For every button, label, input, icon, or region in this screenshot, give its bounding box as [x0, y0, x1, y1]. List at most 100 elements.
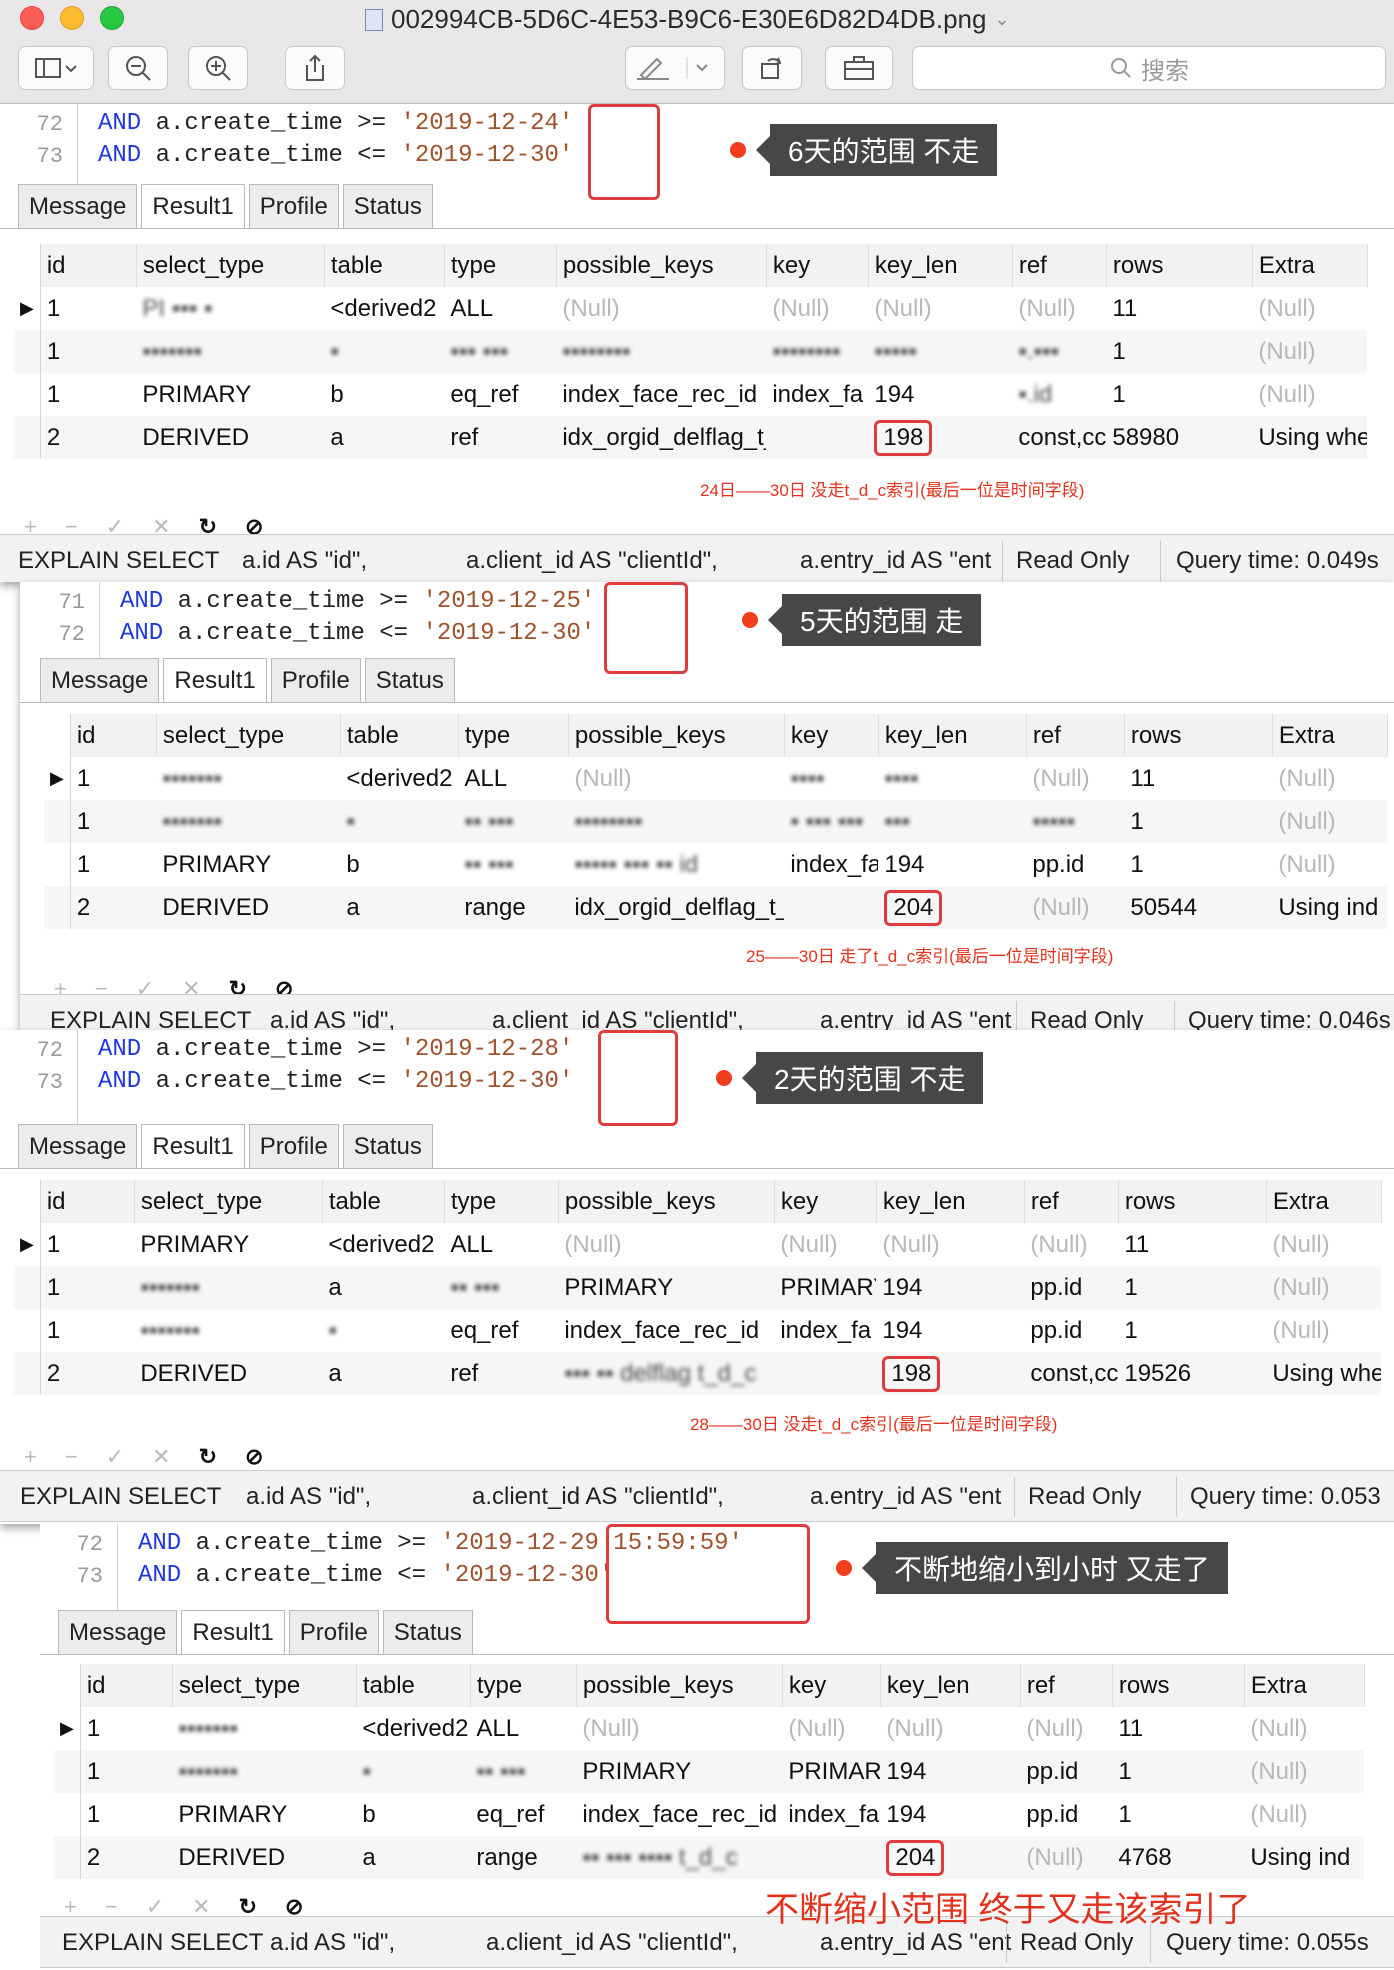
- cell-possible-keys[interactable]: (Null): [556, 287, 767, 330]
- tab-profile[interactable]: Profile: [270, 658, 361, 702]
- cell-key[interactable]: index_fa: [766, 373, 869, 416]
- cell-key-len[interactable]: 194: [878, 843, 1027, 886]
- tab-message[interactable]: Message: [18, 1124, 138, 1168]
- cell-id[interactable]: 2: [80, 1836, 173, 1879]
- column-header-key[interactable]: key: [774, 1180, 877, 1223]
- cell-table[interactable]: <derived2: [324, 287, 445, 330]
- cell-rows[interactable]: 1: [1124, 800, 1273, 843]
- sql-line[interactable]: AND a.create_time <= '2019-12-30': [120, 620, 595, 647]
- discard-icon[interactable]: ✕: [152, 1444, 170, 1470]
- cell-ref[interactable]: const,cc: [1012, 416, 1107, 459]
- sql-line[interactable]: AND a.create_time <= '2019-12-30': [98, 1068, 573, 1095]
- cell-key[interactable]: index_fa: [784, 843, 879, 886]
- zoom-out-button[interactable]: [108, 46, 168, 90]
- table-row[interactable]: ▶ 1 ▪▪▪▪▪▪▪ <derived2 ALL (Null) ▪▪▪▪ ▪▪▪▪ (Null…: [44, 757, 1388, 800]
- cell-select-type[interactable]: ▪▪▪▪▪▪▪: [172, 1707, 357, 1750]
- column-header-key[interactable]: key: [766, 244, 869, 287]
- table-row[interactable]: 1 ▪▪▪▪▪▪▪ ▪ eq_ref index_face_rec_id index_fa…: [14, 1309, 1382, 1352]
- cell-type[interactable]: ▪▪ ▪▪▪: [458, 800, 569, 843]
- tab-result1[interactable]: Result1: [181, 1610, 285, 1654]
- cell-id[interactable]: 1: [40, 373, 137, 416]
- table-row[interactable]: 2 DERIVED a range idx_orgid_delflag_t_d_c 204…: [44, 886, 1388, 929]
- tab-message[interactable]: Message: [58, 1610, 178, 1654]
- cell-id[interactable]: 2: [70, 886, 157, 929]
- sql-line[interactable]: AND a.create_time <= '2019-12-30': [98, 142, 573, 169]
- column-header-select-type[interactable]: select_type: [134, 1180, 323, 1223]
- tab-status[interactable]: Status: [342, 1124, 433, 1168]
- cell-Extra[interactable]: Using whe: [1266, 1352, 1382, 1395]
- cell-key-len[interactable]: 194: [876, 1309, 1025, 1352]
- toolbox-button[interactable]: [825, 46, 893, 90]
- table-row[interactable]: 1 ▪▪▪▪▪▪▪ ▪ ▪▪ ▪▪▪ ▪▪▪▪▪▪▪▪ ▪ ▪▪▪ ▪▪▪ ▪▪▪ ▪▪▪▪▪…: [44, 800, 1388, 843]
- column-header-Extra[interactable]: Extra: [1272, 714, 1388, 757]
- table-row[interactable]: 2 DERIVED a ref idx_orgid_delflag_t_d_c 198 co…: [14, 416, 1368, 459]
- cell-Extra[interactable]: Using whe: [1252, 416, 1368, 459]
- cell-key[interactable]: index_fa: [774, 1309, 877, 1352]
- cell-key[interactable]: PRIMARY: [782, 1750, 881, 1793]
- cell-select-type[interactable]: DERIVED: [136, 416, 325, 459]
- cell-id[interactable]: 1: [70, 843, 157, 886]
- tab-profile[interactable]: Profile: [288, 1610, 379, 1654]
- sidebar-toggle-button[interactable]: [18, 46, 94, 90]
- cell-select-type[interactable]: PI ▪▪▪ ▪: [136, 287, 325, 330]
- cell-key[interactable]: PRIMARY: [774, 1266, 877, 1309]
- cell-possible-keys[interactable]: idx_orgid_delflag_t_d_c: [556, 416, 767, 459]
- cell-key[interactable]: ▪ ▪▪▪ ▪▪▪: [784, 800, 879, 843]
- column-header-id[interactable]: id: [80, 1664, 173, 1707]
- cell-key[interactable]: (Null): [774, 1223, 877, 1266]
- cell-ref[interactable]: ▪▪▪▪▪: [1026, 800, 1125, 843]
- cell-type[interactable]: ▪▪▪ ▪▪▪: [444, 330, 557, 373]
- chevron-down-icon[interactable]: ⌄: [994, 9, 1009, 30]
- cell-key-len[interactable]: 204: [880, 1836, 1021, 1879]
- minimize-window-button[interactable]: [60, 6, 84, 30]
- cell-key-len[interactable]: (Null): [880, 1707, 1021, 1750]
- cell-id[interactable]: 1: [40, 287, 137, 330]
- cell-Extra[interactable]: (Null): [1266, 1223, 1382, 1266]
- tab-message[interactable]: Message: [40, 658, 160, 702]
- cell-possible-keys[interactable]: index_face_rec_id: [576, 1793, 783, 1836]
- cell-ref[interactable]: (Null): [1020, 1707, 1113, 1750]
- cell-select-type[interactable]: PRIMARY: [156, 843, 341, 886]
- column-header-rows[interactable]: rows: [1124, 714, 1273, 757]
- cell-table[interactable]: <derived2: [340, 757, 459, 800]
- cell-id[interactable]: 1: [40, 1266, 135, 1309]
- cell-key-len[interactable]: 194: [880, 1750, 1021, 1793]
- cell-Extra[interactable]: (Null): [1266, 1266, 1382, 1309]
- cell-ref[interactable]: (Null): [1026, 757, 1125, 800]
- column-header-possible-keys[interactable]: possible_keys: [558, 1180, 775, 1223]
- column-header-ref[interactable]: ref: [1020, 1664, 1113, 1707]
- cell-table[interactable]: b: [324, 373, 445, 416]
- cell-type[interactable]: ▪▪ ▪▪▪: [470, 1750, 577, 1793]
- cell-Extra[interactable]: (Null): [1272, 800, 1388, 843]
- tab-profile[interactable]: Profile: [248, 1124, 339, 1168]
- cell-table[interactable]: ▪: [322, 1309, 445, 1352]
- cell-table[interactable]: ▪: [356, 1750, 471, 1793]
- cell-rows[interactable]: 1: [1112, 1793, 1245, 1836]
- tab-result1[interactable]: Result1: [141, 184, 245, 228]
- cell-table[interactable]: ▪: [324, 330, 445, 373]
- table-row[interactable]: 2 DERIVED a range ▪▪ ▪▪▪ ▪▪▪▪ t_d_c 204 (Null)…: [54, 1836, 1365, 1879]
- cell-select-type[interactable]: DERIVED: [134, 1352, 323, 1395]
- maximize-window-button[interactable]: [100, 6, 124, 30]
- cell-id[interactable]: 1: [80, 1750, 173, 1793]
- cell-table[interactable]: ▪: [340, 800, 459, 843]
- cell-ref[interactable]: pp.id: [1024, 1309, 1119, 1352]
- cell-ref[interactable]: (Null): [1026, 886, 1125, 929]
- column-header-rows[interactable]: rows: [1118, 1180, 1267, 1223]
- cell-rows[interactable]: 4768: [1112, 1836, 1245, 1879]
- cell-possible-keys[interactable]: (Null): [576, 1707, 783, 1750]
- cell-id[interactable]: 2: [40, 1352, 135, 1395]
- zoom-in-button[interactable]: [188, 46, 248, 90]
- table-row[interactable]: 1 ▪▪▪▪▪▪▪ ▪ ▪▪▪ ▪▪▪ ▪▪▪▪▪▪▪▪ ▪▪▪▪▪▪▪▪ ▪▪▪▪▪ ▪.▪…: [14, 330, 1368, 373]
- table-row[interactable]: ▶ 1 PRIMARY <derived2 ALL (Null) (Null) (Null) (…: [14, 1223, 1382, 1266]
- cell-table[interactable]: a: [356, 1836, 471, 1879]
- cell-key-len[interactable]: 198: [876, 1352, 1025, 1395]
- column-header-key-len[interactable]: key_len: [876, 1180, 1025, 1223]
- cell-possible-keys[interactable]: ▪▪▪▪▪▪▪▪: [568, 800, 785, 843]
- cell-possible-keys[interactable]: (Null): [568, 757, 785, 800]
- cell-key[interactable]: [766, 416, 869, 459]
- column-header-possible-keys[interactable]: possible_keys: [568, 714, 785, 757]
- cell-Extra[interactable]: Using ind: [1272, 886, 1388, 929]
- cell-select-type[interactable]: DERIVED: [172, 1836, 357, 1879]
- cell-Extra[interactable]: (Null): [1272, 843, 1388, 886]
